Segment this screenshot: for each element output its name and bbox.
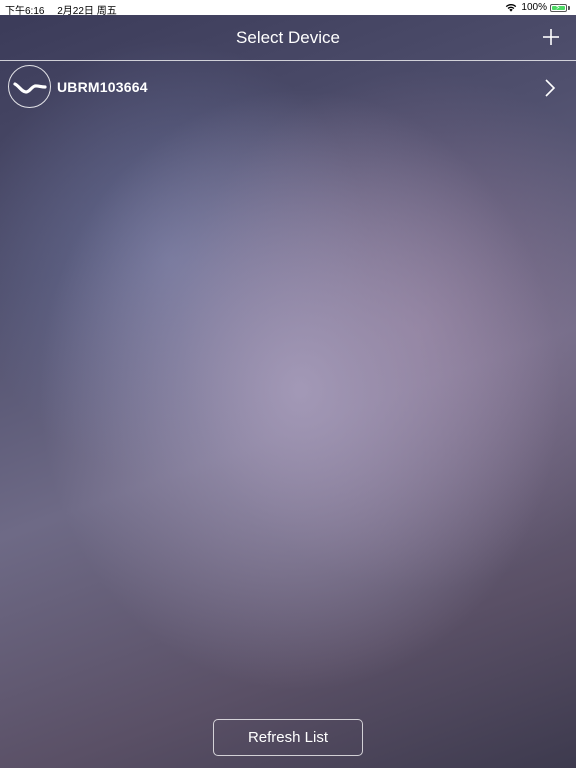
wifi-icon [506, 4, 517, 12]
bolt-icon: ⚡ [555, 2, 561, 12]
plus-icon[interactable] [540, 26, 562, 48]
screen: 下午6:16 2月22日 周五 100% ⚡ Select Device UBR… [0, 0, 576, 768]
chevron-right-icon [545, 79, 556, 97]
status-bar: 下午6:16 2月22日 周五 100% ⚡ [0, 0, 576, 17]
device-name: UBRM103664 [57, 79, 148, 95]
battery-cap [568, 5, 570, 10]
battery-percent: 100% [521, 2, 547, 13]
status-right: 100% ⚡ [505, 1, 570, 14]
nav-bar: Select Device [0, 15, 576, 61]
page-title: Select Device [236, 28, 340, 47]
refresh-list-button[interactable]: Refresh List [213, 719, 363, 756]
battery-charging-icon: ⚡ [550, 2, 567, 12]
device-list-item[interactable]: UBRM103664 [0, 61, 576, 113]
device-wave-icon [8, 65, 51, 108]
